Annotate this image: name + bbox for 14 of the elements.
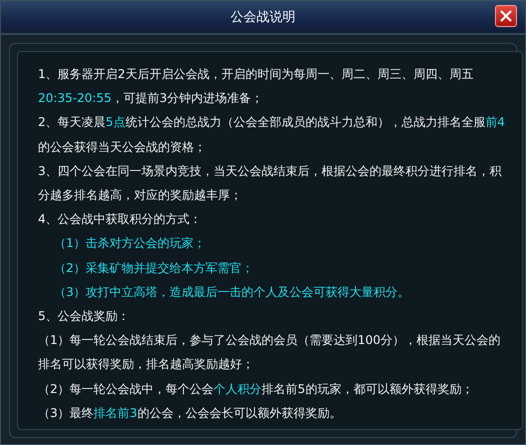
rule-text: （2）每一轮公会战中，每个公会个人积分排名前5的玩家，都可以额外获得奖励； xyxy=(38,380,474,398)
close-icon xyxy=(500,10,512,22)
rule-text: （1）每一轮公会战结束后，参与了公会战的会员（需要达到100分），根据当天公会的排名可以获得奖励，排名越高奖励越好； xyxy=(38,332,502,374)
rule-text: （1）击杀对方公会的玩家； xyxy=(53,235,207,252)
rule-text: 5、公会战奖励： xyxy=(38,308,131,326)
rule-text: （3）最终排名前3的公会，公会会长可以额外获得奖励。 xyxy=(38,404,342,422)
rule-text: 4、公会战中获取积分的方式： xyxy=(38,211,203,228)
window-title: 公会战说明 xyxy=(230,9,296,26)
close-button[interactable] xyxy=(495,5,517,27)
rule-text: 2、每天凌晨5点统计公会的总战力（公会全部成员的战斗力总和），总战力排名全服前4 的公会获得当天公会战的资格； xyxy=(38,114,506,156)
rule-text: （2）采集矿物并提交给本方军需官； xyxy=(53,260,255,277)
rule-text: （3）攻打中立高塔，造成最后一击的个人及公会可获得大量积分。 xyxy=(53,284,411,301)
rule-text: 3、四个公会在同一场景内竞技，当天公会战结束后，根据公会的最终积分进行排名，积分越多排名越高，对应的奖励越丰厚； xyxy=(38,162,503,204)
rule-text: 1、服务器开启2天后开启公会战，开启的时间为每周一、周二、周三、周四、周五 20:35-20:55，可提前3分钟内进场准备； xyxy=(38,66,474,108)
